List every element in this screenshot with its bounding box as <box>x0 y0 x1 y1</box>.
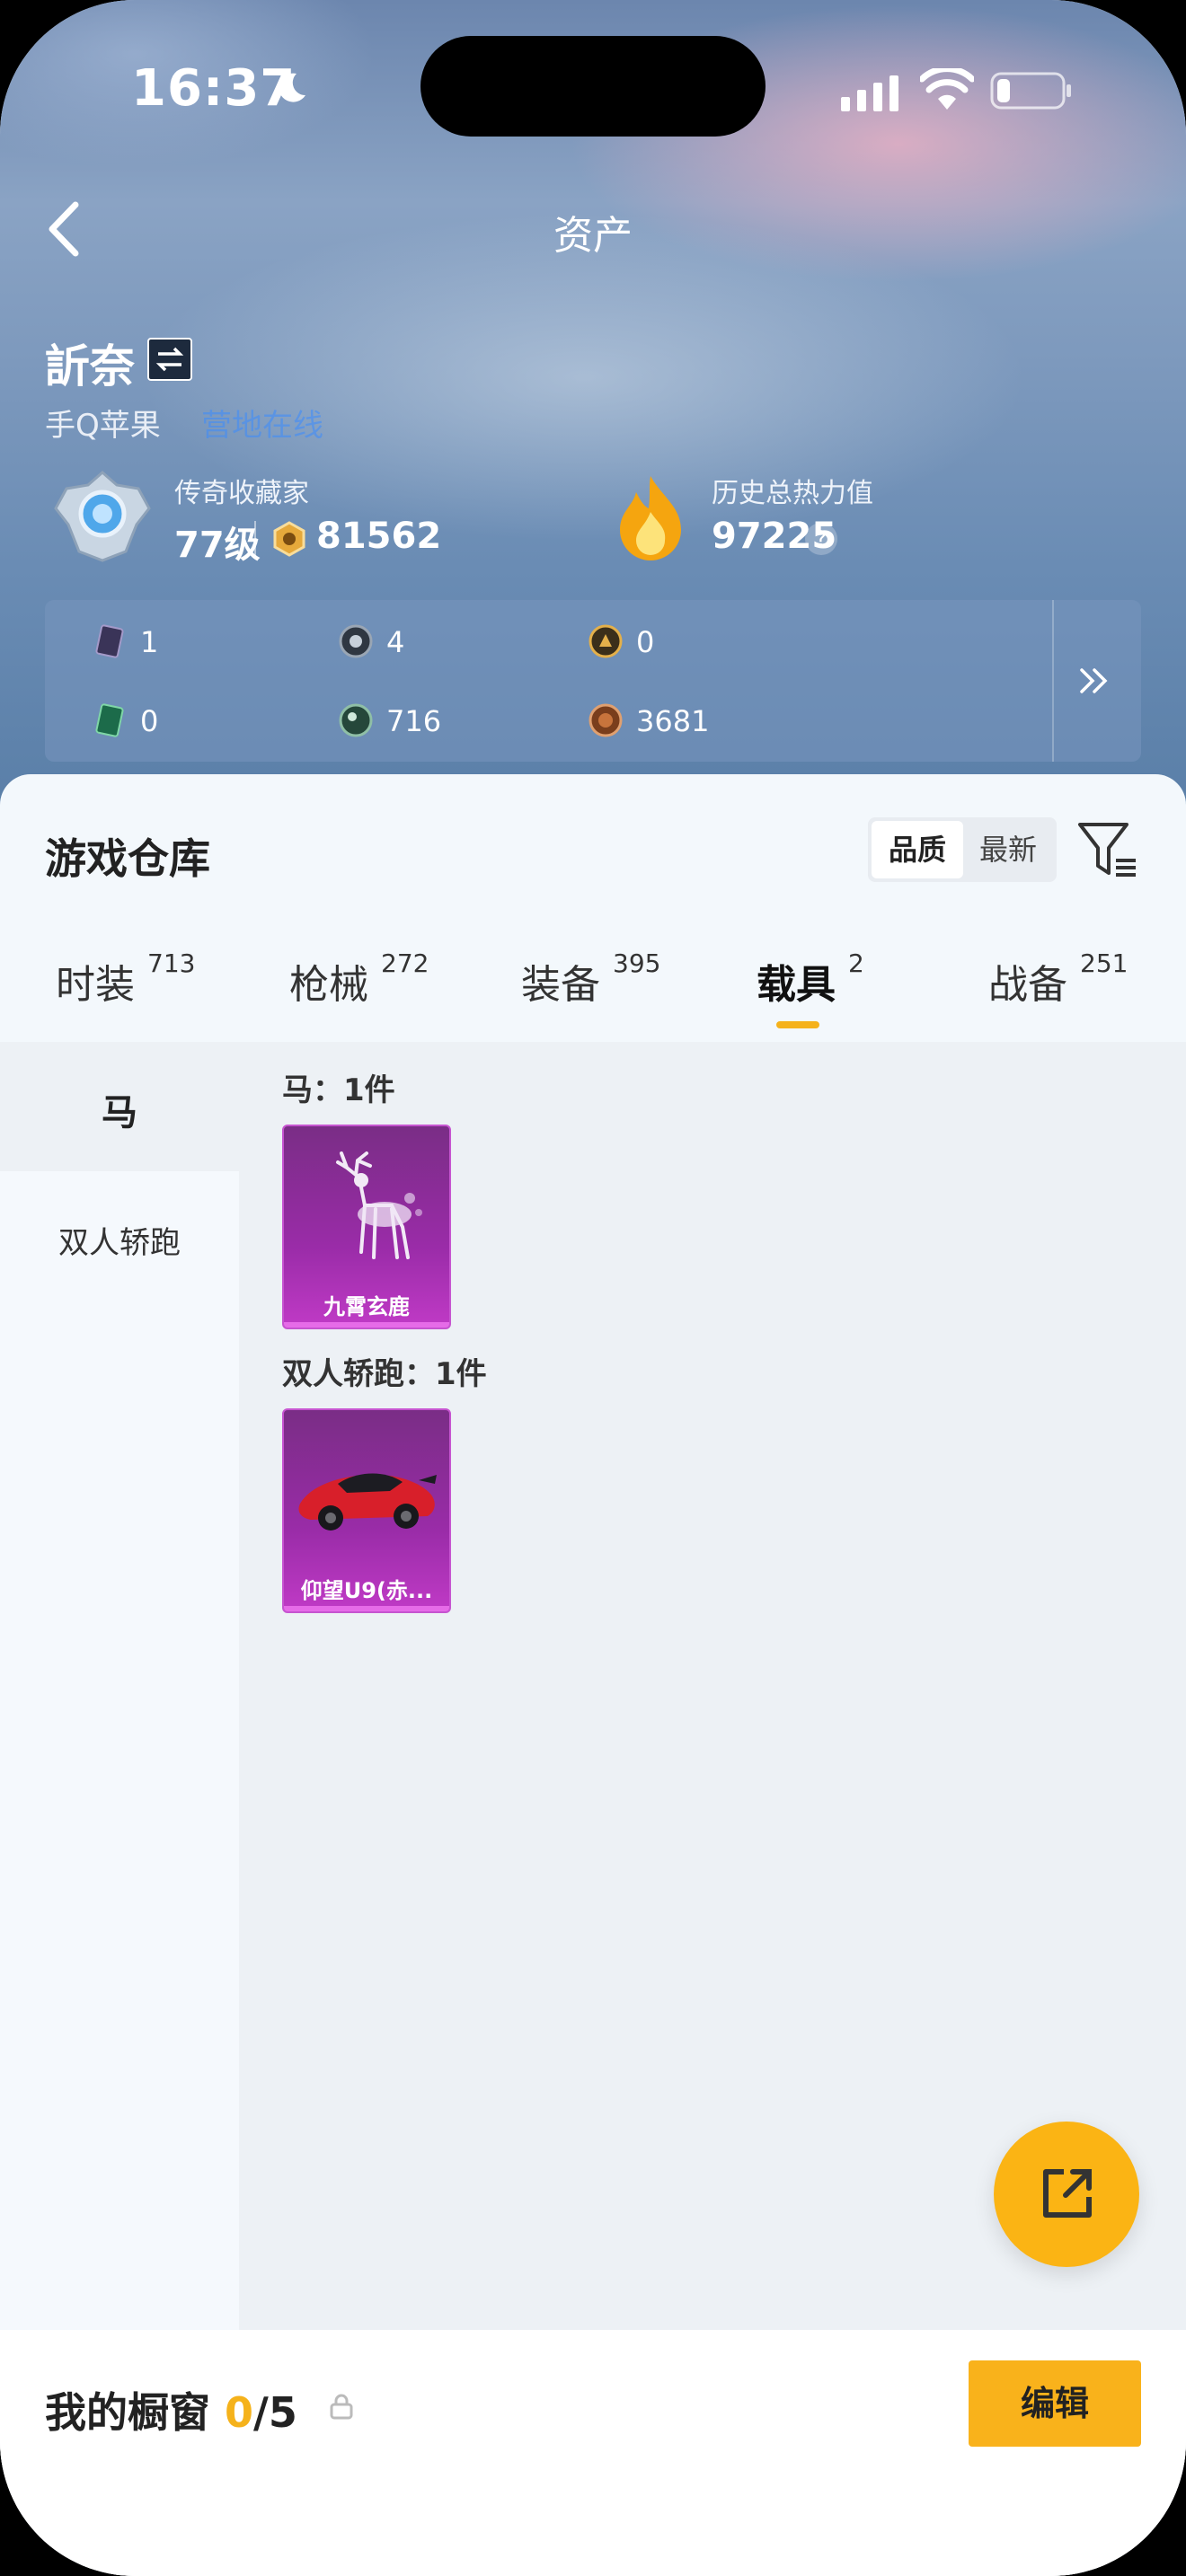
item-name: 九霄玄鹿 <box>323 1294 410 1319</box>
tab-equipment[interactable]: 装备 395 <box>521 948 660 1024</box>
sort-toggle: 品质 最新 <box>868 817 1057 882</box>
app-screen: 16:37 资产 訢奈 手Q苹果 营地在线 传奇收藏家 77级 81562 历史… <box>0 0 1186 2576</box>
dynamic-island <box>420 36 766 137</box>
orb-icon <box>339 703 373 737</box>
battery-icon <box>990 72 1071 110</box>
rank-badge-icon <box>54 471 151 562</box>
warehouse-title: 游戏仓库 <box>45 834 210 883</box>
filter-icon[interactable] <box>1076 817 1139 882</box>
share-external-icon <box>1043 2169 1092 2218</box>
section-title-horse: 马：1件 <box>282 1072 395 1108</box>
rarity-bar <box>284 1322 449 1328</box>
tab-fashion[interactable]: 时装 713 <box>56 948 195 1024</box>
player-level: 77级 <box>174 525 261 566</box>
showcase-count: 0 <box>225 2388 254 2437</box>
item-card[interactable]: 九霄玄鹿 <box>282 1125 451 1329</box>
badge-icon <box>339 624 373 658</box>
chevron-double-right-icon[interactable] <box>1075 665 1114 697</box>
bronze-icon <box>589 703 623 737</box>
section-title-coupe: 双人轿跑：1件 <box>282 1356 487 1392</box>
flame-icon <box>620 476 681 560</box>
tab-vehicles[interactable]: 载具 2 <box>757 948 864 1024</box>
asset-stats-panel: 1 4 0 0 716 3681 <box>45 600 1141 762</box>
divider <box>1052 600 1054 762</box>
help-icon[interactable]: ? <box>805 523 837 555</box>
card-icon <box>95 624 124 658</box>
moon-icon <box>279 73 305 102</box>
history-heat-label: 历史总热力值 <box>712 478 873 509</box>
platform-label: 手Q苹果 <box>45 408 161 444</box>
collection-points: 81562 <box>316 516 442 557</box>
tab-supplies[interactable]: 战备 251 <box>988 948 1128 1024</box>
category-label-horse[interactable]: 马 <box>0 1083 239 1135</box>
player-name: 訢奈 <box>45 340 135 393</box>
green-card-icon <box>95 703 124 737</box>
signal-icon <box>841 75 898 111</box>
rank-label: 传奇收藏家 <box>174 478 309 509</box>
wifi-icon <box>920 68 974 110</box>
sort-newest-button[interactable]: 最新 <box>963 821 1053 878</box>
status-time: 16:37 <box>131 59 296 118</box>
sort-quality-button[interactable]: 品质 <box>872 821 963 878</box>
item-card[interactable]: 仰望U9(赤... <box>282 1408 451 1613</box>
coin-icon <box>589 624 623 658</box>
showcase-label: 我的橱窗 0/5 <box>45 2388 297 2437</box>
showcase-total: /5 <box>253 2388 297 2437</box>
tab-guns[interactable]: 枪械 272 <box>289 948 429 1024</box>
switch-account-icon[interactable] <box>147 338 192 381</box>
item-name: 仰望U9(赤... <box>300 1578 433 1603</box>
sports-car-image <box>298 1473 437 1531</box>
page-title: 资产 <box>553 213 633 259</box>
lock-icon <box>330 2394 353 2420</box>
category-label-coupe[interactable]: 双人轿跑 <box>0 1218 239 1262</box>
rarity-bar <box>284 1606 449 1611</box>
active-tab-indicator <box>776 1021 819 1028</box>
divider <box>254 521 256 557</box>
online-status: 营地在线 <box>201 408 323 444</box>
edit-button[interactable]: 编辑 <box>969 2360 1141 2447</box>
deer-mount-image <box>336 1151 422 1259</box>
collection-points-icon <box>273 521 305 557</box>
share-button[interactable] <box>994 2122 1139 2267</box>
